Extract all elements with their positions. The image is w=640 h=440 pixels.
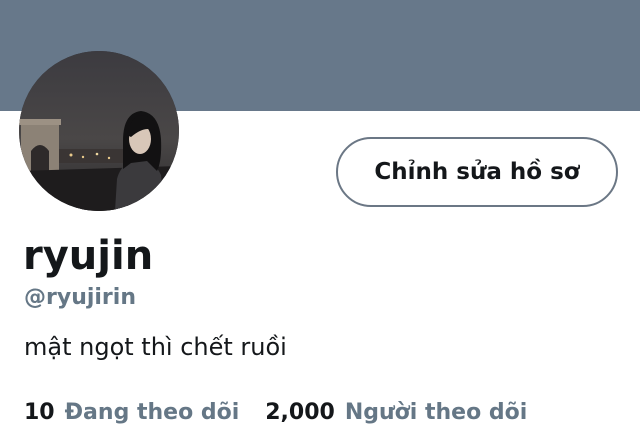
following-count: 10 xyxy=(24,400,55,425)
following-label: Đang theo dõi xyxy=(64,400,240,425)
profile-stats: 10 Đang theo dõi 2,000 Người theo dõi xyxy=(24,397,527,429)
followers-count: 2,000 xyxy=(265,400,335,425)
profile-bio: mật ngọt thì chết ruồi xyxy=(24,333,287,361)
following-link[interactable]: 10 Đang theo dõi xyxy=(24,397,239,429)
display-name: ryujin xyxy=(23,233,154,279)
followers-link[interactable]: 2,000 Người theo dõi xyxy=(265,397,527,429)
user-handle: @ryujirin xyxy=(24,285,136,310)
avatar[interactable] xyxy=(19,51,179,211)
edit-profile-button[interactable]: Chỉnh sửa hồ sơ xyxy=(336,137,618,207)
followers-label: Người theo dõi xyxy=(344,400,528,425)
